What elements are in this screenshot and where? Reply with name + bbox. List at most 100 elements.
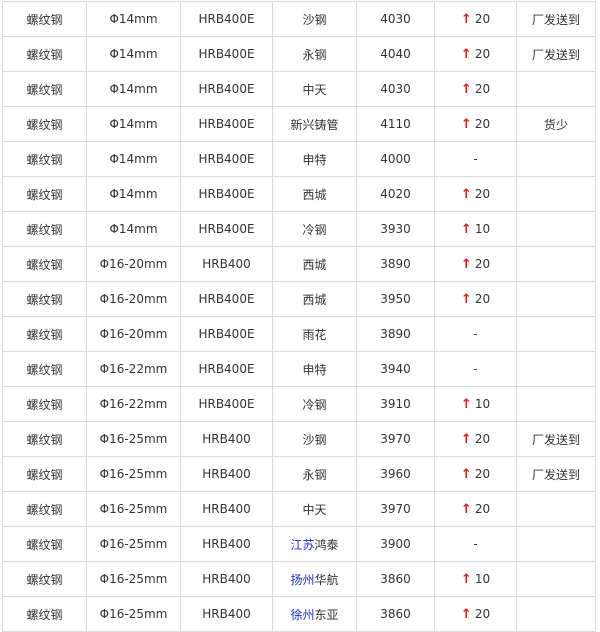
table-row: 螺纹钢 Φ14mm HRB400E 沙钢 4030 ↑ 20 厂发送到 bbox=[2, 1, 596, 37]
grade-cell: HRB400E bbox=[180, 1, 273, 37]
up-arrow-icon: ↑ bbox=[460, 46, 472, 62]
product-cell: 螺纹钢 bbox=[2, 316, 87, 352]
product-cell: 螺纹钢 bbox=[2, 386, 87, 422]
mill-name: 西城 bbox=[302, 187, 327, 202]
price-cell: 3900 bbox=[356, 526, 435, 562]
product-cell: 螺纹钢 bbox=[2, 36, 87, 72]
up-arrow-icon: ↑ bbox=[460, 81, 472, 97]
change-value: 20 bbox=[474, 466, 491, 481]
table-row: 螺纹钢 Φ16-25mm HRB400 永钢 3960 ↑ 20 厂发送到 bbox=[2, 456, 596, 492]
note-cell: 货少 bbox=[516, 106, 596, 142]
note-cell bbox=[516, 316, 596, 352]
mill-cell: 永钢 bbox=[272, 456, 357, 492]
table-row: 螺纹钢 Φ16-25mm HRB400 中天 3970 ↑ 20 bbox=[2, 491, 596, 527]
up-arrow-icon: ↑ bbox=[460, 571, 472, 587]
change-cell: - bbox=[434, 351, 517, 387]
table-row: 螺纹钢 Φ14mm HRB400E 永钢 4040 ↑ 20 厂发送到 bbox=[2, 36, 596, 72]
mill-region-link[interactable]: 江苏 bbox=[290, 538, 314, 552]
change-value: 10 bbox=[474, 221, 491, 236]
mill-cell: 冷钢 bbox=[272, 386, 357, 422]
change-value: 20 bbox=[474, 186, 491, 201]
change-cell: ↑ 20 bbox=[434, 106, 517, 142]
mill-name: 永钢 bbox=[302, 47, 327, 62]
up-arrow-icon: ↑ bbox=[460, 116, 472, 132]
table-row: 螺纹钢 Φ14mm HRB400E 冷钢 3930 ↑ 10 bbox=[2, 211, 596, 247]
change-cell: ↑ 20 bbox=[434, 71, 517, 107]
change-value: 20 bbox=[474, 501, 491, 516]
note-cell bbox=[516, 491, 596, 527]
mill-cell: 徐州东亚 bbox=[272, 596, 357, 632]
note-cell bbox=[516, 211, 596, 247]
mill-cell: 申特 bbox=[272, 351, 357, 387]
grade-cell: HRB400E bbox=[180, 281, 273, 317]
mill-name: 西城 bbox=[302, 292, 327, 307]
price-cell: 4030 bbox=[356, 71, 435, 107]
table-row: 螺纹钢 Φ16-22mm HRB400E 冷钢 3910 ↑ 10 bbox=[2, 386, 596, 422]
mill-cell: 申特 bbox=[272, 141, 357, 177]
product-cell: 螺纹钢 bbox=[2, 246, 87, 282]
change-value: - bbox=[473, 537, 478, 551]
grade-cell: HRB400E bbox=[180, 316, 273, 352]
mill-region-link[interactable]: 扬州 bbox=[290, 573, 314, 587]
table-row: 螺纹钢 Φ16-25mm HRB400 徐州东亚 3860 ↑ 20 bbox=[2, 596, 596, 632]
product-cell: 螺纹钢 bbox=[2, 176, 87, 212]
change-value: - bbox=[473, 152, 478, 166]
product-cell: 螺纹钢 bbox=[2, 561, 87, 597]
product-cell: 螺纹钢 bbox=[2, 1, 87, 37]
spec-cell: Φ16-25mm bbox=[86, 421, 181, 457]
price-cell: 3930 bbox=[356, 211, 435, 247]
product-cell: 螺纹钢 bbox=[2, 106, 87, 142]
table-row: 螺纹钢 Φ14mm HRB400E 中天 4030 ↑ 20 bbox=[2, 71, 596, 107]
mill-name: 中天 bbox=[302, 82, 327, 97]
up-arrow-icon: ↑ bbox=[460, 186, 472, 202]
change-value: 20 bbox=[474, 256, 491, 271]
product-cell: 螺纹钢 bbox=[2, 211, 87, 247]
note-cell bbox=[516, 526, 596, 562]
change-value: 20 bbox=[474, 606, 491, 621]
change-value: - bbox=[473, 362, 478, 376]
grade-cell: HRB400E bbox=[180, 351, 273, 387]
mill-cell: 雨花 bbox=[272, 316, 357, 352]
mill-cell: 中天 bbox=[272, 71, 357, 107]
spec-cell: Φ14mm bbox=[86, 106, 181, 142]
product-cell: 螺纹钢 bbox=[2, 281, 87, 317]
grade-cell: HRB400 bbox=[180, 421, 273, 457]
price-cell: 3970 bbox=[356, 421, 435, 457]
change-cell: ↑ 10 bbox=[434, 386, 517, 422]
mill-cell: 扬州华航 bbox=[272, 561, 357, 597]
mill-cell: 西城 bbox=[272, 246, 357, 282]
mill-region-link[interactable]: 徐州 bbox=[290, 608, 314, 622]
price-cell: 3970 bbox=[356, 491, 435, 527]
change-cell: ↑ 20 bbox=[434, 36, 517, 72]
note-cell bbox=[516, 561, 596, 597]
grade-cell: HRB400E bbox=[180, 71, 273, 107]
price-cell: 3860 bbox=[356, 596, 435, 632]
mill-name: 华航 bbox=[314, 572, 339, 587]
price-cell: 4000 bbox=[356, 141, 435, 177]
product-cell: 螺纹钢 bbox=[2, 456, 87, 492]
product-cell: 螺纹钢 bbox=[2, 596, 87, 632]
mill-name: 西城 bbox=[302, 257, 327, 272]
spec-cell: Φ14mm bbox=[86, 1, 181, 37]
grade-cell: HRB400 bbox=[180, 246, 273, 282]
note-cell: 厂发送到 bbox=[516, 36, 596, 72]
product-cell: 螺纹钢 bbox=[2, 526, 87, 562]
note-cell bbox=[516, 386, 596, 422]
table-row: 螺纹钢 Φ16-20mm HRB400 西城 3890 ↑ 20 bbox=[2, 246, 596, 282]
grade-cell: HRB400 bbox=[180, 526, 273, 562]
price-cell: 3890 bbox=[356, 246, 435, 282]
change-cell: ↑ 20 bbox=[434, 491, 517, 527]
spec-cell: Φ16-25mm bbox=[86, 526, 181, 562]
change-cell: - bbox=[434, 526, 517, 562]
note-cell: 厂发送到 bbox=[516, 456, 596, 492]
change-cell: - bbox=[434, 141, 517, 177]
grade-cell: HRB400 bbox=[180, 491, 273, 527]
mill-name: 新兴铸管 bbox=[290, 117, 339, 132]
change-value: 20 bbox=[474, 11, 491, 26]
change-cell: ↑ 20 bbox=[434, 421, 517, 457]
mill-name: 永钢 bbox=[302, 467, 327, 482]
mill-cell: 西城 bbox=[272, 281, 357, 317]
product-cell: 螺纹钢 bbox=[2, 421, 87, 457]
grade-cell: HRB400E bbox=[180, 176, 273, 212]
mill-name: 雨花 bbox=[302, 327, 327, 342]
